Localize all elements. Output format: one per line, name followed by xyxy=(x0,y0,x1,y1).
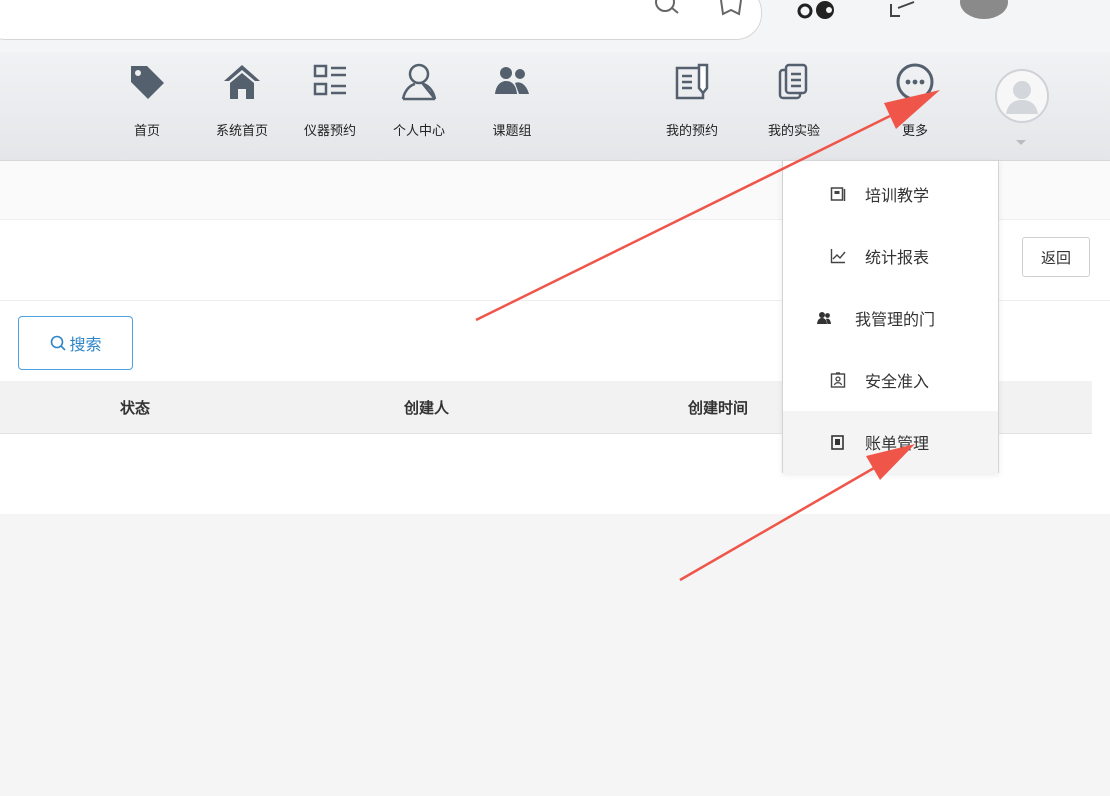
more-dropdown-menu: 培训教学 统计报表 我管理的门 安全准入 账单管理 xyxy=(782,160,999,473)
nav-item-label: 系统首页 xyxy=(215,124,268,139)
menu-item-label: 培训教学 xyxy=(865,186,930,205)
nav-item-label: 我的预约 xyxy=(665,124,718,139)
search-button-label: 搜索 xyxy=(69,335,102,354)
nav-item-label: 更多 xyxy=(901,124,928,139)
menu-item-label: 统计报表 xyxy=(865,248,930,267)
menu-item-billing[interactable]: 账单管理 xyxy=(783,411,998,473)
list-icon xyxy=(313,64,346,96)
back-button-label: 返回 xyxy=(1040,248,1071,267)
user-icon xyxy=(401,63,437,101)
browser-toolbar xyxy=(0,0,1110,52)
search-button[interactable]: 搜索 xyxy=(18,316,133,370)
nav-item-my-bookings[interactable]: 我的预约 xyxy=(650,58,734,150)
extension-icon[interactable] xyxy=(797,0,841,22)
nav-item-personal-center[interactable]: 个人中心 xyxy=(377,58,461,150)
back-button[interactable]: 返回 xyxy=(1022,237,1090,277)
nav-item-label: 课题组 xyxy=(492,124,532,139)
chart-icon xyxy=(830,249,846,264)
group-icon xyxy=(817,312,831,324)
nav-item-home[interactable]: 首页 xyxy=(105,58,189,150)
tag-icon xyxy=(131,66,164,99)
bookmark-star-icon[interactable] xyxy=(718,0,744,22)
menu-item-statistics[interactable]: 统计报表 xyxy=(783,225,998,287)
menu-item-training[interactable]: 培训教学 xyxy=(783,163,998,225)
page-background xyxy=(0,514,1110,796)
badge-icon xyxy=(830,372,846,388)
nav-item-label: 我的实验 xyxy=(767,124,820,139)
menu-item-label: 安全准入 xyxy=(865,372,930,391)
column-header-creator: 创建人 xyxy=(404,399,450,417)
menu-item-managed-doors[interactable]: 我管理的门 xyxy=(783,287,998,349)
bill-icon xyxy=(831,435,844,450)
menu-item-label: 账单管理 xyxy=(865,434,930,453)
home-icon xyxy=(224,65,260,99)
note-icon xyxy=(675,63,709,100)
search-icon xyxy=(51,335,67,351)
collections-icon[interactable] xyxy=(888,0,918,22)
nav-item-more[interactable]: 更多 xyxy=(873,58,957,150)
nav-item-label: 仪器预约 xyxy=(303,124,356,139)
more-icon xyxy=(896,63,934,101)
chevron-down-icon[interactable] xyxy=(1016,140,1026,145)
column-header-created-time: 创建时间 xyxy=(688,399,749,417)
nav-item-label: 个人中心 xyxy=(392,124,445,139)
main-navbar: 首页 系统首页 仪器预约 个人中心 课题组 我的预约 我的实验 更多 xyxy=(0,52,1110,161)
column-header-status: 状态 xyxy=(120,399,151,417)
nav-item-research-group[interactable]: 课题组 xyxy=(470,58,554,150)
nav-item-system-home[interactable]: 系统首页 xyxy=(200,58,284,150)
nav-item-label: 首页 xyxy=(133,124,160,139)
address-bar[interactable] xyxy=(0,0,762,40)
group-icon xyxy=(495,67,529,94)
book-icon xyxy=(830,187,846,201)
nav-item-instrument-booking[interactable]: 仪器预约 xyxy=(288,58,372,150)
search-icon[interactable] xyxy=(652,0,682,22)
documents-icon xyxy=(778,63,808,100)
menu-item-label: 我管理的门 xyxy=(855,310,936,329)
profile-avatar-icon[interactable] xyxy=(958,0,1010,22)
nav-item-my-experiments[interactable]: 我的实验 xyxy=(752,58,836,150)
user-avatar-icon[interactable] xyxy=(994,68,1050,124)
menu-item-safety-access[interactable]: 安全准入 xyxy=(783,349,998,411)
